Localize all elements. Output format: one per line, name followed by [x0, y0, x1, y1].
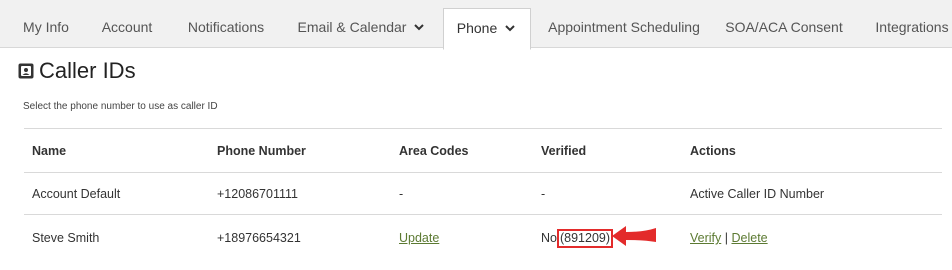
row-actions: Verify | Delete: [690, 231, 768, 245]
tab-account[interactable]: Account: [94, 0, 160, 47]
row-phone-number: +12086701111: [217, 187, 298, 201]
row-name: Account Default: [32, 187, 121, 201]
table-divider: [24, 128, 942, 129]
red-arrow-icon: [612, 226, 656, 246]
action-separator: |: [724, 231, 728, 245]
tab-email-calendar[interactable]: Email & Calendar: [290, 0, 434, 47]
column-header-name: Name: [32, 144, 67, 158]
chevron-down-icon: [505, 25, 515, 32]
tab-soa-aca-consent[interactable]: SOA/ACA Consent: [720, 0, 848, 47]
column-header-actions: Actions: [690, 144, 736, 158]
table-divider: [24, 214, 942, 215]
tab-label: Account: [101, 19, 153, 35]
tab-integrations[interactable]: Integrations: [862, 0, 952, 47]
tab-label: Notifications: [187, 19, 265, 35]
page-title-text: Caller IDs: [39, 58, 136, 83]
page-title: Caller IDs: [18, 58, 136, 84]
tab-label: Email & Calendar: [297, 19, 407, 35]
delete-link[interactable]: Delete: [731, 231, 767, 245]
tab-label: Appointment Scheduling: [548, 19, 700, 35]
caller-id-instructions: Select the phone number to use as caller…: [23, 101, 218, 112]
tab-phone[interactable]: Phone: [443, 8, 531, 50]
table-divider: [24, 172, 942, 173]
contact-card-icon: [18, 63, 34, 79]
row-verified: -: [541, 187, 546, 201]
row-area-codes: -: [399, 187, 404, 201]
column-header-verified: Verified: [541, 144, 587, 158]
column-header-phone-number: Phone Number: [217, 144, 306, 158]
chevron-down-icon: [414, 24, 425, 31]
tab-label: My Info: [23, 19, 69, 35]
tab-label: SOA/ACA Consent: [725, 19, 843, 35]
row-name: Steve Smith: [32, 231, 100, 245]
tab-notifications[interactable]: Notifications: [176, 0, 276, 47]
row-verified: No (891209): [541, 229, 614, 248]
verified-status: No: [541, 231, 557, 245]
update-area-codes-link[interactable]: Update: [399, 231, 439, 245]
row-action-status: Active Caller ID Number: [690, 187, 825, 201]
row-phone-number: +18976654321: [217, 231, 301, 245]
verify-link[interactable]: Verify: [690, 231, 721, 245]
tab-appointment-scheduling[interactable]: Appointment Scheduling: [540, 0, 708, 47]
column-header-area-codes: Area Codes: [399, 144, 469, 158]
settings-tab-bar: My Info Account Notifications Email & Ca…: [0, 0, 952, 50]
verification-code-highlight: (891209): [556, 229, 614, 248]
tab-my-info[interactable]: My Info: [14, 0, 78, 47]
tab-label: Integrations: [875, 19, 949, 35]
tab-label: Phone: [456, 20, 498, 36]
